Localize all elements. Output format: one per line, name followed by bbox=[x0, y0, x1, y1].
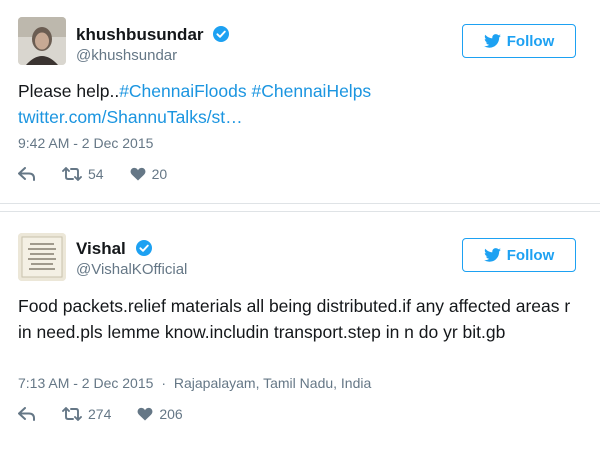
avatar[interactable] bbox=[18, 17, 66, 65]
avatar[interactable] bbox=[18, 233, 66, 281]
twitter-bird-icon bbox=[483, 248, 501, 262]
follow-button[interactable]: Follow bbox=[462, 238, 576, 272]
like-count: 20 bbox=[151, 166, 168, 182]
verified-badge-icon bbox=[135, 240, 152, 256]
tweet-text: Food packets.relief materials all being … bbox=[18, 296, 571, 342]
hashtag-link[interactable]: #ChennaiFloods bbox=[119, 81, 246, 101]
follow-label: Follow bbox=[506, 246, 555, 264]
retweet-count: 274 bbox=[88, 406, 112, 422]
verified-badge-icon bbox=[213, 26, 230, 42]
tweet-text-prefix: Please help.. bbox=[18, 81, 120, 101]
user-handle[interactable]: @VishalKOfficial bbox=[76, 261, 187, 278]
follow-label: Follow bbox=[506, 32, 555, 50]
follow-button[interactable]: Follow bbox=[462, 24, 576, 58]
tweet-timestamp[interactable]: 9:42 AM - 2 Dec 2015 bbox=[18, 135, 153, 151]
hashtag-link[interactable]: #ChennaiHelps bbox=[252, 81, 372, 101]
meta-separator: · bbox=[161, 375, 166, 391]
reply-button[interactable] bbox=[18, 167, 36, 181]
tweet-card: Vishal @VishalKOfficial Follow Food pack… bbox=[0, 212, 600, 450]
retweet-count: 54 bbox=[88, 166, 104, 182]
reply-icon bbox=[18, 407, 35, 421]
heart-icon bbox=[130, 167, 146, 181]
user-handle[interactable]: @khushsundar bbox=[76, 47, 177, 64]
tweet-card: khushbusundar @khushsundar Follow Please… bbox=[0, 0, 600, 203]
retweet-icon bbox=[62, 167, 82, 181]
retweet-icon bbox=[62, 407, 82, 421]
display-name[interactable]: Vishal bbox=[76, 239, 152, 259]
tweet-timestamp[interactable]: 7:13 AM - 2 Dec 2015 bbox=[18, 375, 153, 391]
retweet-button[interactable]: 54 bbox=[62, 166, 104, 182]
retweet-button[interactable]: 274 bbox=[62, 406, 111, 422]
tweet-location[interactable]: Rajapalayam, Tamil Nadu, India bbox=[174, 375, 371, 391]
display-name[interactable]: khushbusundar bbox=[76, 25, 230, 45]
tweet-actions: 54 20 bbox=[18, 164, 193, 184]
divider bbox=[0, 203, 600, 204]
reply-icon bbox=[18, 167, 35, 181]
like-button[interactable]: 206 bbox=[137, 406, 183, 422]
like-button[interactable]: 20 bbox=[130, 166, 168, 182]
twitter-bird-icon bbox=[483, 34, 501, 48]
tweet-text: Please help..#ChennaiFloods #ChennaiHelp… bbox=[18, 78, 583, 130]
tweet-meta: 7:13 AM - 2 Dec 2015 · Rajapalayam, Tami… bbox=[18, 375, 371, 391]
tweet-actions: 274 206 bbox=[18, 404, 209, 424]
heart-icon bbox=[137, 407, 153, 421]
like-count: 206 bbox=[159, 406, 183, 422]
url-link[interactable]: twitter.com/ShannuTalks/st… bbox=[18, 107, 243, 127]
reply-button[interactable] bbox=[18, 407, 36, 421]
